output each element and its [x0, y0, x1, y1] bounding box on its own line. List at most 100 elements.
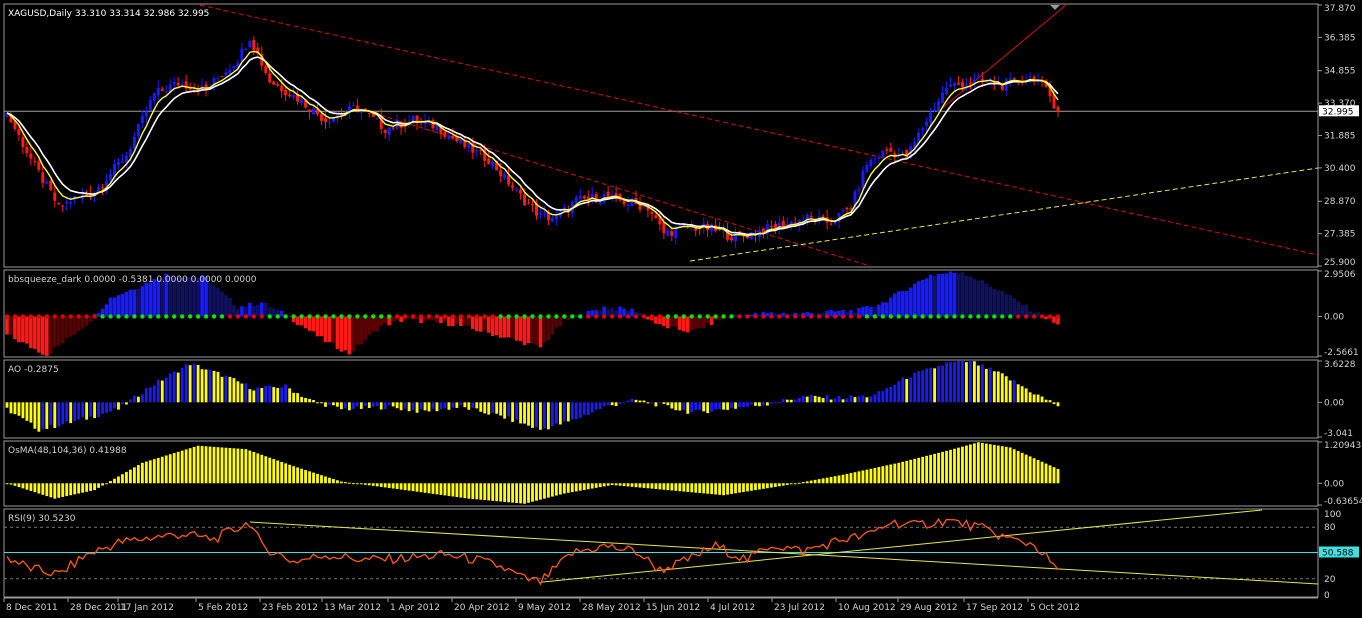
candle-body — [308, 109, 312, 112]
squeeze-dot — [4, 314, 10, 319]
ao-bar — [467, 402, 471, 410]
ao-bar — [403, 402, 407, 409]
bbsqueeze-bar — [968, 276, 973, 317]
ao-bar — [21, 402, 25, 419]
bbsqueeze-bar — [216, 287, 220, 317]
candle-body — [69, 202, 73, 204]
osma-bar — [913, 458, 917, 484]
ao-bar — [686, 402, 690, 414]
ao-bar — [89, 402, 93, 417]
bbsqueeze-bar — [339, 316, 344, 352]
bbsqueeze-bar — [80, 316, 85, 329]
bbsqueeze-bar — [1004, 294, 1009, 317]
candle-body — [626, 204, 630, 206]
osma-bar — [240, 448, 244, 484]
squeeze-dot — [1039, 314, 1045, 319]
osma-bar — [196, 445, 200, 484]
ao-bar — [941, 365, 944, 403]
osma-bar — [260, 454, 264, 484]
ao-bar — [343, 402, 347, 409]
bbsqueeze-bar — [693, 316, 698, 329]
ao-bar — [447, 402, 451, 410]
bbsqueeze-bar — [566, 316, 571, 320]
ao-bar — [797, 398, 801, 403]
osma-bar — [909, 459, 913, 484]
bbsqueeze-bar — [614, 310, 618, 317]
ao-bar — [674, 402, 678, 411]
candle-body — [861, 170, 865, 189]
bbsqueeze-bar — [9, 316, 13, 335]
rsi-pane[interactable] — [4, 509, 1319, 586]
ao-bar — [718, 402, 722, 409]
ao-bar — [280, 387, 284, 403]
ao-bar — [714, 402, 718, 410]
ao-bar — [590, 402, 594, 413]
squeeze-dot — [856, 314, 862, 319]
ao-bar — [1016, 384, 1020, 403]
bbsqueeze-bar — [590, 310, 595, 317]
ao-bar — [69, 402, 73, 424]
trend-line-red-3 — [939, 4, 1067, 111]
x-tick-label: 10 Aug 2012 — [838, 603, 896, 613]
bbsqueeze-bar — [654, 316, 658, 324]
bbsqueeze-bar — [662, 316, 666, 326]
osma-bar — [391, 483, 395, 489]
osma-bar — [821, 478, 825, 484]
osma-bar — [117, 476, 120, 484]
ao-bar — [606, 402, 610, 406]
shift-marker-icon[interactable] — [1050, 5, 1060, 10]
ao-bar — [1048, 400, 1052, 403]
main-pane[interactable] — [4, 4, 1319, 267]
candle-body — [323, 118, 327, 123]
ao-bar — [662, 402, 666, 404]
ao-bar — [113, 402, 116, 409]
osma-bar — [742, 483, 745, 493]
squeeze-dot — [737, 314, 742, 319]
squeeze-dot — [402, 314, 408, 319]
bbsqueeze-bar — [108, 297, 113, 317]
ao-bar — [125, 402, 128, 405]
y-tick-label: 0.00 — [1324, 479, 1344, 489]
ao-bar — [109, 402, 112, 412]
squeeze-dot — [179, 314, 185, 319]
bbsqueeze-bar — [522, 316, 527, 346]
rsi-line — [6, 517, 1059, 586]
bbsqueeze-bar — [498, 316, 503, 338]
osma-bar — [343, 482, 347, 484]
ao-bar — [61, 402, 65, 425]
bbsqueeze-bar — [375, 316, 380, 332]
ao-bar — [431, 402, 435, 409]
squeeze-dot — [896, 314, 901, 319]
osma-bar — [407, 483, 411, 491]
bbsqueeze-bar — [916, 281, 921, 317]
bbsqueeze-bar — [952, 272, 957, 317]
bbsqueeze-bar — [765, 313, 770, 317]
squeeze-dot — [235, 314, 241, 319]
ao-bar — [777, 402, 781, 404]
osma-bar — [1020, 452, 1024, 484]
squeeze-dot — [609, 314, 615, 319]
ao-bar — [566, 402, 570, 422]
y-tick-label: 36.385 — [1324, 33, 1356, 43]
squeeze-dot — [944, 314, 949, 319]
osma-bar — [865, 469, 869, 484]
ao-title: AO -0.2875 — [8, 365, 59, 375]
ao-pane[interactable] — [5, 360, 1060, 432]
osma-bar — [921, 456, 925, 484]
candle-body — [156, 87, 160, 96]
squeeze-dot — [522, 314, 527, 319]
ao-bar — [762, 402, 765, 406]
candle-body — [276, 84, 280, 86]
bbsqueeze-bar — [598, 310, 602, 317]
ao-bar — [539, 402, 542, 430]
ao-bar — [658, 402, 662, 404]
bbsqueeze-bar — [606, 309, 610, 317]
candle-body — [925, 121, 929, 127]
osma-bar — [45, 483, 49, 497]
bbsqueeze-bar — [5, 316, 9, 335]
ao-bar — [41, 402, 45, 429]
bbsqueeze-bar — [789, 313, 794, 317]
bbsqueeze-bar — [347, 316, 352, 355]
candle-body — [833, 222, 837, 224]
osma-pane[interactable] — [5, 442, 1060, 504]
